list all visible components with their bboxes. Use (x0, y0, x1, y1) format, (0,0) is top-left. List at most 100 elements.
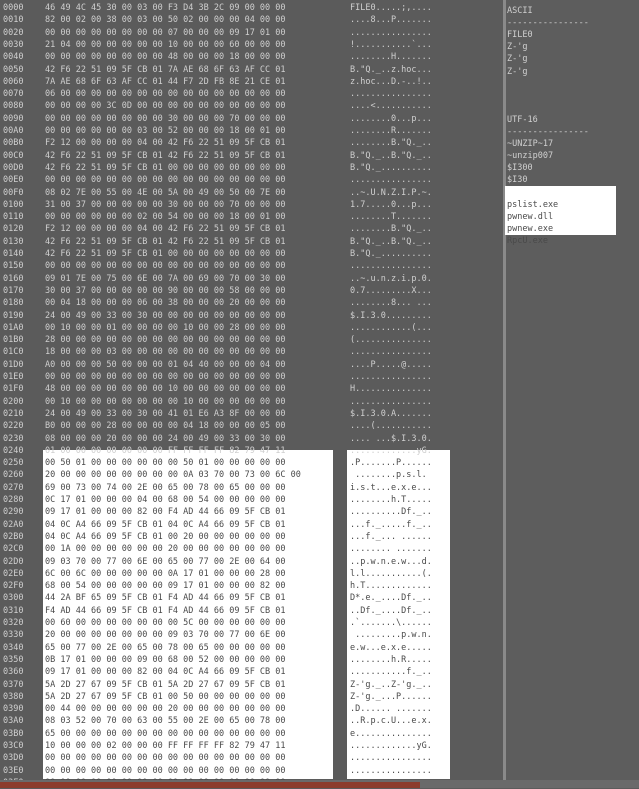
hex-row[interactable]: 0390 00 44 00 00 00 00 00 00 20 00 00 00 … (0, 704, 503, 715)
row-ascii[interactable]: (............... (350, 335, 450, 346)
row-ascii[interactable]: .............yG. (350, 446, 450, 457)
string-entry[interactable]: pslist.exe (507, 200, 558, 211)
string-entry[interactable]: Z-'g (507, 67, 527, 78)
row-hex-bytes[interactable]: F2 12 00 00 00 00 04 00 42 F6 22 51 09 5… (45, 224, 335, 235)
hex-row[interactable]: 0090 00 00 00 00 00 00 00 00 30 00 00 00 … (0, 114, 503, 125)
row-ascii[interactable]: ........p.s.l. (350, 470, 450, 481)
row-hex-bytes[interactable]: 00 00 00 00 00 00 00 00 00 00 00 00 00 0… (45, 766, 335, 777)
row-hex-bytes[interactable]: 21 04 00 00 00 00 00 00 10 00 00 00 60 0… (45, 40, 335, 51)
row-hex-bytes[interactable]: 6C 00 6C 00 00 00 00 00 0A 17 01 00 00 0… (45, 569, 335, 580)
row-hex-bytes[interactable]: 30 00 37 00 00 00 00 00 90 00 00 00 58 0… (45, 286, 335, 297)
row-hex-bytes[interactable]: 00 00 00 00 3C 0D 00 00 00 00 00 00 00 0… (45, 101, 335, 112)
hex-row[interactable]: 0150 00 00 00 00 00 00 00 00 00 00 00 00 … (0, 261, 503, 272)
row-ascii[interactable]: B."Q._..B."Q._.. (350, 151, 450, 162)
row-ascii[interactable]: ........B."Q._.. (350, 138, 450, 149)
row-hex-bytes[interactable]: 42 F6 22 51 09 5F CB 01 42 F6 22 51 09 5… (45, 151, 335, 162)
hex-row[interactable]: 01E0 00 00 00 00 00 00 00 00 00 00 00 00 … (0, 372, 503, 383)
row-ascii[interactable]: 1.7.....0...p... (350, 200, 450, 211)
row-hex-bytes[interactable]: 00 00 00 00 00 00 00 00 48 00 00 00 18 0… (45, 52, 335, 63)
hex-row[interactable]: 0380 5A 2D 27 67 09 5F CB 01 00 50 00 00 … (0, 692, 503, 703)
hex-row[interactable]: 0080 00 00 00 00 3C 0D 00 00 00 00 00 00 … (0, 101, 503, 112)
hex-row[interactable]: 0130 42 F6 22 51 09 5F CB 01 42 F6 22 51 … (0, 237, 503, 248)
hex-row[interactable]: 0110 00 00 00 00 00 00 02 00 54 00 00 00 … (0, 212, 503, 223)
string-entry[interactable]: FILE0 (507, 30, 533, 41)
row-hex-bytes[interactable]: 08 00 00 00 20 00 00 00 24 00 49 00 33 0… (45, 434, 335, 445)
row-ascii[interactable]: ........h.T..... (350, 495, 450, 506)
row-hex-bytes[interactable]: 31 00 37 00 00 00 00 00 30 00 00 00 70 0… (45, 200, 335, 211)
string-entry[interactable]: Z-'g (507, 54, 527, 65)
row-ascii[interactable]: B."Q._..B."Q._.. (350, 237, 450, 248)
row-hex-bytes[interactable]: 28 00 00 00 00 00 00 00 00 00 00 00 00 0… (45, 335, 335, 346)
row-hex-bytes[interactable]: 65 00 77 00 2E 00 65 00 78 00 65 00 00 0… (45, 643, 335, 654)
row-ascii[interactable]: ................ (350, 766, 450, 777)
row-ascii[interactable]: ................ (350, 347, 450, 358)
row-hex-bytes[interactable]: A0 00 00 00 50 00 00 00 01 04 40 00 00 0… (45, 360, 335, 371)
row-ascii[interactable]: e............... (350, 729, 450, 740)
row-ascii[interactable]: ..........Df._.. (350, 507, 450, 518)
row-hex-bytes[interactable]: 00 00 00 00 00 00 03 00 52 00 00 00 18 0… (45, 126, 335, 137)
hex-row[interactable]: 0210 24 00 49 00 33 00 30 00 41 01 E6 A3 … (0, 409, 503, 420)
row-hex-bytes[interactable]: 00 50 01 00 00 00 00 00 00 50 01 00 00 0… (45, 458, 335, 469)
hex-row[interactable]: 0260 20 00 00 00 00 00 00 00 00 0A 03 70 … (0, 470, 503, 481)
row-hex-bytes[interactable]: 44 2A BF 65 09 5F CB 01 F4 AD 44 66 09 5… (45, 593, 335, 604)
row-ascii[interactable]: ...f._... ...... (350, 532, 450, 543)
row-ascii[interactable]: ................ (350, 89, 450, 100)
hex-row[interactable]: 02E0 6C 00 6C 00 00 00 00 00 0A 17 01 00 … (0, 569, 503, 580)
hex-row[interactable]: 0200 00 10 00 00 00 00 00 00 00 10 00 00 … (0, 397, 503, 408)
row-ascii[interactable]: ....8...P....... (350, 15, 450, 26)
hex-row[interactable]: 0030 21 04 00 00 00 00 00 00 10 00 00 00 … (0, 40, 503, 51)
hex-row[interactable]: 00D0 42 F6 22 51 09 5F CB 01 00 00 00 00 … (0, 163, 503, 174)
string-entry[interactable]: ~UNZIP~17 (507, 139, 553, 150)
row-hex-bytes[interactable]: 0B 17 01 00 00 00 09 00 68 00 52 00 00 0… (45, 655, 335, 666)
row-hex-bytes[interactable]: 00 10 00 00 00 00 00 00 00 10 00 00 00 0… (45, 397, 335, 408)
hex-row[interactable]: 0140 42 F6 22 51 09 5F CB 01 00 00 00 00 … (0, 249, 503, 260)
hex-row[interactable]: 0370 5A 2D 27 67 09 5F CB 01 5A 2D 27 67 … (0, 680, 503, 691)
row-ascii[interactable]: $.I.3.0.A....... (350, 409, 450, 420)
hex-view-pane[interactable]: 0000 46 49 4C 45 30 00 03 00 F3 D4 3B 2C … (0, 0, 503, 788)
row-ascii[interactable]: ................ (350, 28, 450, 39)
hex-row[interactable]: 0040 00 00 00 00 00 00 00 00 48 00 00 00 … (0, 52, 503, 63)
string-entry[interactable]: Z-'g (507, 42, 527, 53)
hex-row[interactable]: 00E0 00 00 00 00 00 00 00 00 00 00 00 00 … (0, 175, 503, 186)
hex-row[interactable]: 0340 65 00 77 00 2E 00 65 00 78 00 65 00 … (0, 643, 503, 654)
row-ascii[interactable]: i.s.t...e.x.e... (350, 483, 450, 494)
hex-row[interactable]: 0300 44 2A BF 65 09 5F CB 01 F4 AD 44 66 … (0, 593, 503, 604)
hex-row[interactable]: 0230 08 00 00 00 20 00 00 00 24 00 49 00 … (0, 434, 503, 445)
row-ascii[interactable]: ........H....... (350, 52, 450, 63)
row-ascii[interactable]: h.T............. (350, 581, 450, 592)
hex-row[interactable]: 0360 09 17 01 00 00 00 82 00 04 0C A4 66 … (0, 667, 503, 678)
row-ascii[interactable]: ........0...p... (350, 114, 450, 125)
row-hex-bytes[interactable]: 42 F6 22 51 09 5F CB 01 00 00 00 00 00 0… (45, 163, 335, 174)
hex-row[interactable]: 0060 7A AE 68 6F 63 AF CC 01 44 F7 2D FB … (0, 77, 503, 88)
row-ascii[interactable]: ....(........... (350, 421, 450, 432)
hex-row[interactable]: 0240 01 00 00 00 00 00 00 00 FF FF FF FF … (0, 446, 503, 457)
row-ascii[interactable]: .........p.w.n. (350, 630, 450, 641)
row-ascii[interactable]: ........T....... (350, 212, 450, 223)
row-hex-bytes[interactable]: F2 12 00 00 00 00 04 00 42 F6 22 51 09 5… (45, 138, 335, 149)
row-ascii[interactable]: ..~.U.N.Z.I.P.~. (350, 188, 450, 199)
row-hex-bytes[interactable]: 42 F6 22 51 09 5F CB 01 42 F6 22 51 09 5… (45, 237, 335, 248)
hex-row[interactable]: 01C0 18 00 00 00 03 00 00 00 00 00 00 00 … (0, 347, 503, 358)
hex-row[interactable]: 0280 0C 17 01 00 00 00 04 00 68 00 54 00 … (0, 495, 503, 506)
row-hex-bytes[interactable]: 08 02 7E 00 55 00 4E 00 5A 00 49 00 50 0… (45, 188, 335, 199)
hex-row[interactable]: 03E0 00 00 00 00 00 00 00 00 00 00 00 00 … (0, 766, 503, 777)
hex-row[interactable]: 02A0 04 0C A4 66 09 5F CB 01 04 0C A4 66 … (0, 520, 503, 531)
row-ascii[interactable]: FILE0.....;,.... (350, 3, 450, 14)
row-hex-bytes[interactable]: 48 00 00 00 00 00 00 00 10 00 00 00 00 0… (45, 384, 335, 395)
row-hex-bytes[interactable]: F4 AD 44 66 09 5F CB 01 F4 AD 44 66 09 5… (45, 606, 335, 617)
row-hex-bytes[interactable]: 01 00 00 00 00 00 00 00 FF FF FF FF 82 7… (45, 446, 335, 457)
hex-row[interactable]: 03B0 65 00 00 00 00 00 00 00 00 00 00 00 … (0, 729, 503, 740)
row-hex-bytes[interactable]: 08 03 52 00 70 00 63 00 55 00 2E 00 65 0… (45, 716, 335, 727)
hex-row[interactable]: 02C0 00 1A 00 00 00 00 00 00 20 00 00 00 … (0, 544, 503, 555)
row-hex-bytes[interactable]: 09 17 01 00 00 00 82 00 04 0C A4 66 09 5… (45, 667, 335, 678)
row-hex-bytes[interactable]: 20 00 00 00 00 00 00 00 00 0A 03 70 00 7… (45, 470, 335, 481)
hex-row[interactable]: 0290 09 17 01 00 00 00 82 00 F4 AD 44 66 … (0, 507, 503, 518)
row-ascii[interactable]: ..~.u.n.z.i.p.0. (350, 274, 450, 285)
hex-row[interactable]: 0020 00 00 00 00 00 00 00 00 07 00 00 00 … (0, 28, 503, 39)
row-ascii[interactable]: Z-'g._...P...... (350, 692, 450, 703)
hex-row[interactable]: 00F0 08 02 7E 00 55 00 4E 00 5A 00 49 00 … (0, 188, 503, 199)
strings-panel[interactable]: ASCII ---------------- FILE0 Z-'g Z-'g Z-'g UT… (506, 0, 639, 788)
row-ascii[interactable]: ....<........... (350, 101, 450, 112)
row-hex-bytes[interactable]: B0 00 00 00 28 00 00 00 00 04 18 00 00 0… (45, 421, 335, 432)
scrollbar-thumb[interactable] (0, 782, 420, 788)
